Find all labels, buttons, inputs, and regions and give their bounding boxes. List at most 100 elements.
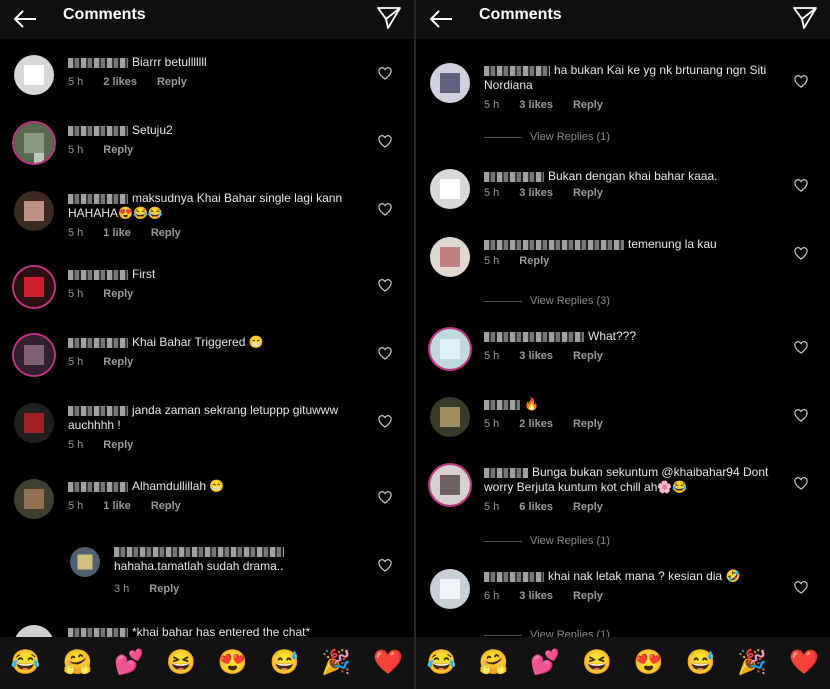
- heart-icon[interactable]: [378, 67, 392, 81]
- username[interactable]: [68, 269, 128, 280]
- username[interactable]: [68, 57, 128, 68]
- emoji-button[interactable]: 😅: [686, 648, 716, 678]
- avatar[interactable]: [430, 329, 470, 369]
- likes-count[interactable]: 6 likes: [519, 501, 553, 513]
- comment-time: 5 h: [68, 439, 84, 451]
- avatar[interactable]: [430, 63, 470, 103]
- username[interactable]: [484, 571, 544, 582]
- username[interactable]: [68, 405, 128, 416]
- likes-count[interactable]: 3 likes: [519, 99, 553, 111]
- heart-icon[interactable]: [378, 203, 392, 217]
- heart-icon[interactable]: [794, 581, 808, 595]
- username[interactable]: [484, 331, 584, 342]
- reply-button[interactable]: Reply: [103, 144, 133, 156]
- emoji-button[interactable]: 🤗: [63, 648, 93, 678]
- back-arrow-icon[interactable]: [12, 6, 38, 32]
- avatar[interactable]: [14, 267, 54, 307]
- avatar[interactable]: [430, 465, 470, 505]
- heart-icon[interactable]: [378, 415, 392, 429]
- emoji-button[interactable]: 😍: [634, 648, 664, 678]
- emoji-button[interactable]: 🎉: [321, 648, 351, 678]
- heart-icon[interactable]: [794, 179, 808, 193]
- heart-icon[interactable]: [794, 75, 808, 89]
- username[interactable]: [68, 337, 128, 348]
- view-replies-link[interactable]: View Replies (1): [484, 131, 610, 143]
- username[interactable]: [68, 627, 128, 637]
- reply-button[interactable]: Reply: [103, 439, 133, 451]
- username[interactable]: [484, 239, 624, 250]
- heart-icon[interactable]: [794, 409, 808, 423]
- heart-icon[interactable]: [378, 491, 392, 505]
- avatar[interactable]: [14, 479, 54, 519]
- avatar[interactable]: [14, 191, 54, 231]
- username[interactable]: [114, 547, 284, 557]
- heart-icon[interactable]: [378, 135, 392, 149]
- likes-count[interactable]: 1 like: [103, 227, 131, 239]
- heart-icon[interactable]: [794, 341, 808, 355]
- reply-button[interactable]: Reply: [151, 500, 181, 512]
- emoji-button[interactable]: 💕: [530, 648, 560, 678]
- view-replies-link[interactable]: View Replies (3): [484, 295, 610, 307]
- reply-button[interactable]: Reply: [573, 418, 603, 430]
- avatar[interactable]: [14, 403, 54, 443]
- reply-button[interactable]: Reply: [103, 288, 133, 300]
- top-bar: Comments: [416, 0, 830, 39]
- send-icon[interactable]: [376, 4, 402, 30]
- likes-count[interactable]: 3 likes: [519, 350, 553, 362]
- avatar[interactable]: [14, 123, 54, 163]
- heart-icon[interactable]: [794, 477, 808, 491]
- avatar[interactable]: [430, 397, 470, 437]
- reply-button[interactable]: Reply: [149, 583, 179, 595]
- reply-button[interactable]: Reply: [519, 255, 549, 267]
- heart-icon[interactable]: [378, 347, 392, 361]
- emoji-button[interactable]: 😂: [11, 648, 41, 678]
- avatar[interactable]: [70, 547, 100, 577]
- username[interactable]: [484, 171, 544, 182]
- emoji-button[interactable]: 💕: [114, 648, 144, 678]
- reply-button[interactable]: Reply: [103, 356, 133, 368]
- username[interactable]: [68, 193, 128, 204]
- avatar[interactable]: [430, 237, 470, 277]
- username[interactable]: [484, 467, 528, 478]
- likes-count[interactable]: 1 like: [103, 500, 131, 512]
- send-icon[interactable]: [792, 4, 818, 30]
- avatar[interactable]: [14, 335, 54, 375]
- username[interactable]: [68, 125, 128, 136]
- avatar[interactable]: [14, 625, 54, 637]
- emoji-button[interactable]: 😅: [270, 648, 300, 678]
- likes-count[interactable]: 3 likes: [519, 187, 553, 199]
- emoji-button[interactable]: 🤗: [479, 648, 509, 678]
- reply-button[interactable]: Reply: [573, 350, 603, 362]
- emoji-button[interactable]: 🎉: [737, 648, 767, 678]
- emoji-button[interactable]: 😂: [427, 648, 457, 678]
- username[interactable]: [68, 481, 128, 492]
- emoji-button[interactable]: 😆: [166, 648, 196, 678]
- username[interactable]: [484, 399, 520, 410]
- avatar[interactable]: [430, 569, 470, 609]
- back-arrow-icon[interactable]: [428, 6, 454, 32]
- heart-icon[interactable]: [378, 559, 392, 573]
- reply-button[interactable]: Reply: [573, 501, 603, 513]
- reply-button[interactable]: Reply: [151, 227, 181, 239]
- view-replies-link[interactable]: View Replies (1): [484, 535, 610, 547]
- emoji-button[interactable]: ❤️: [789, 648, 819, 678]
- emoji-button[interactable]: 😍: [218, 648, 248, 678]
- comment-meta: 5 h 3 likes Reply: [484, 99, 623, 111]
- comment-list[interactable]: Biarrr betulllllll 5 h 2 likes Reply Setuj…: [0, 39, 414, 637]
- emoji-button[interactable]: ❤️: [373, 648, 403, 678]
- likes-count[interactable]: 3 likes: [519, 590, 553, 602]
- view-replies-link[interactable]: View Replies (1): [484, 629, 610, 637]
- reply-button[interactable]: Reply: [573, 590, 603, 602]
- likes-count[interactable]: 2 likes: [103, 76, 137, 88]
- username[interactable]: [484, 65, 550, 76]
- reply-button[interactable]: Reply: [157, 76, 187, 88]
- likes-count[interactable]: 2 likes: [519, 418, 553, 430]
- avatar[interactable]: [14, 55, 54, 95]
- comment-list[interactable]: ha bukan Kai ke yg nk brtunang ngn Siti …: [416, 39, 830, 637]
- reply-button[interactable]: Reply: [573, 187, 603, 199]
- avatar[interactable]: [430, 169, 470, 209]
- reply-button[interactable]: Reply: [573, 99, 603, 111]
- heart-icon[interactable]: [794, 247, 808, 261]
- emoji-button[interactable]: 😆: [582, 648, 612, 678]
- heart-icon[interactable]: [378, 279, 392, 293]
